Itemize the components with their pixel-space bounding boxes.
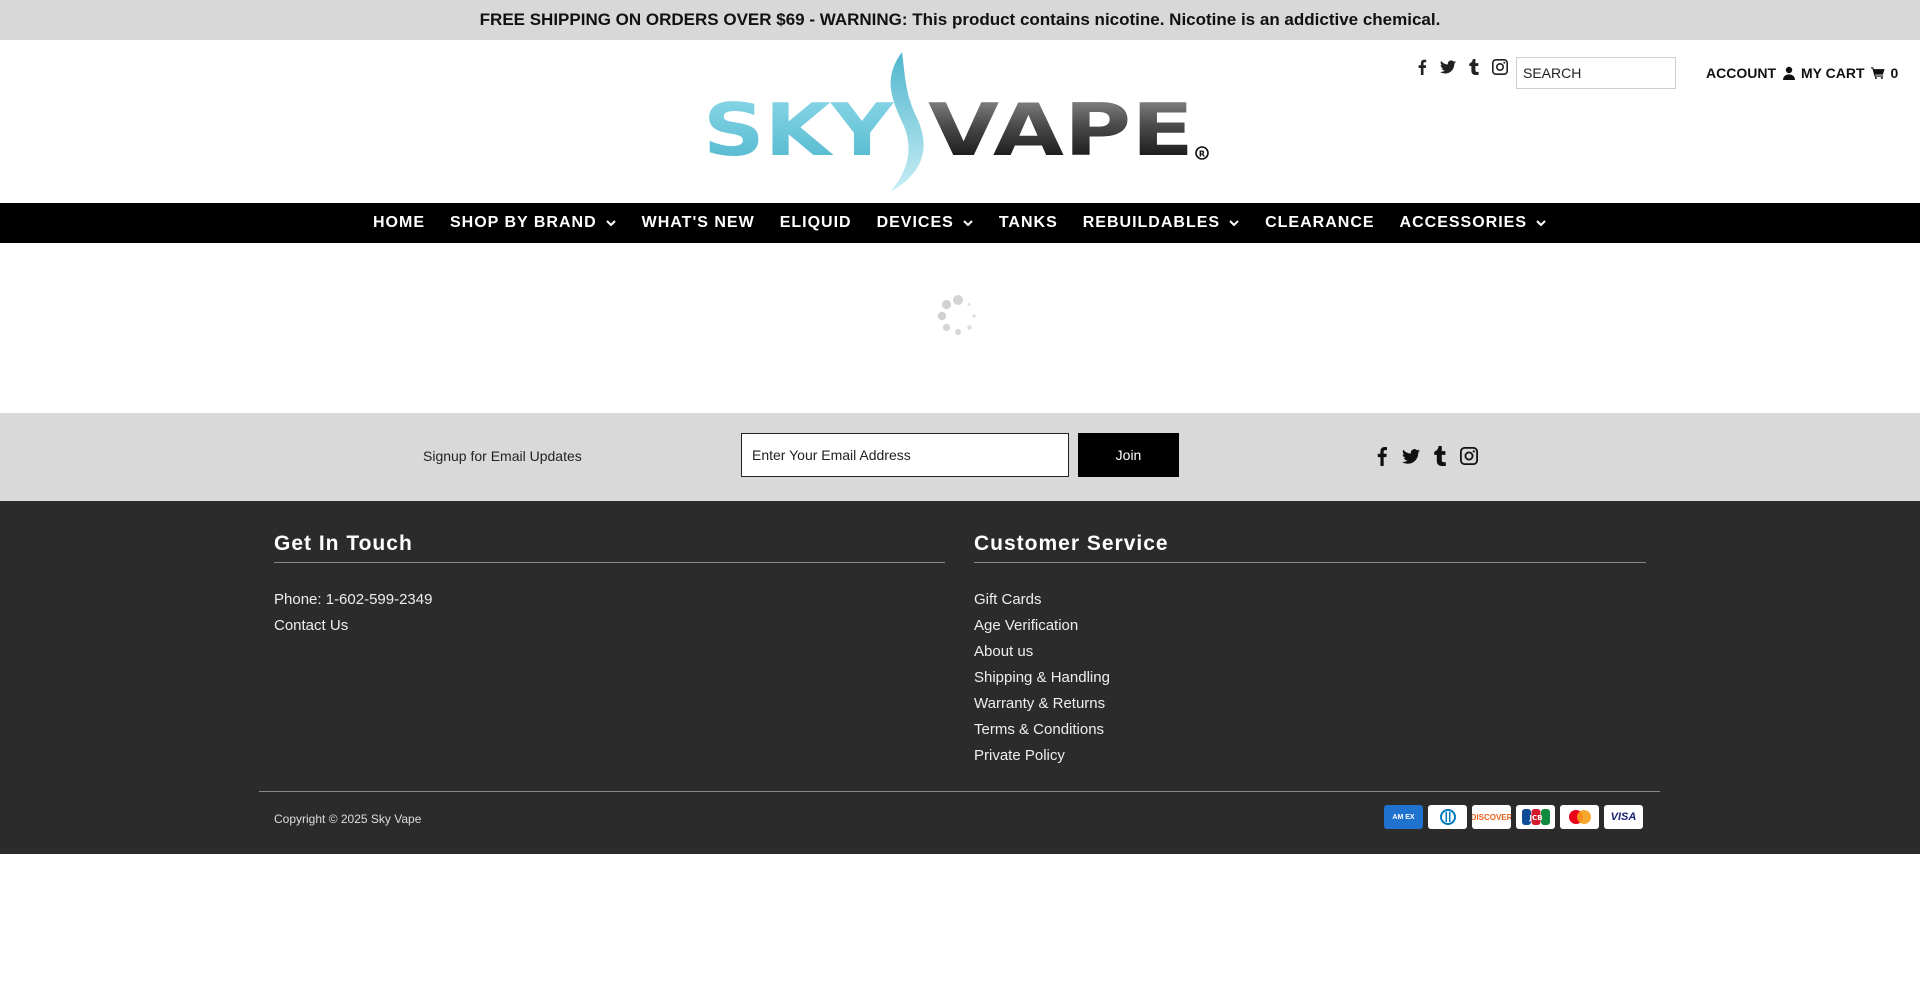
logo-sky-text: SKY xyxy=(705,88,894,172)
phone-link[interactable]: Phone: 1-602-599-2349 xyxy=(274,587,945,613)
tumblr-icon[interactable] xyxy=(1431,446,1449,466)
nav-label: TANKS xyxy=(998,214,1058,231)
signup-label: Signup for Email Updates xyxy=(423,448,582,464)
svg-text:R: R xyxy=(1199,150,1205,159)
cart-link[interactable]: MY CART 0 xyxy=(1801,65,1898,81)
amex-card-icon: AM EX xyxy=(1384,805,1423,829)
nav-tanks[interactable]: TANKS xyxy=(999,214,1058,232)
warranty-returns-link[interactable]: Warranty & Returns xyxy=(974,691,1646,717)
diners-club-card-icon xyxy=(1428,805,1467,829)
nav-accessories[interactable]: ACCESSORIES xyxy=(1400,214,1547,232)
facebook-icon[interactable] xyxy=(1373,446,1391,466)
footer-divider xyxy=(259,791,1660,792)
age-verification-link[interactable]: Age Verification xyxy=(974,613,1646,639)
nav-eliquid[interactable]: ELIQUID xyxy=(780,214,852,232)
site-footer: Get In Touch Phone: 1-602-599-2349 Conta… xyxy=(0,501,1920,854)
twitter-icon[interactable] xyxy=(1402,446,1420,466)
nav-label: HOME xyxy=(372,214,425,231)
nav-label: CLEARANCE xyxy=(1265,214,1375,231)
announcement-bar: FREE SHIPPING ON ORDERS OVER $69 - WARNI… xyxy=(0,0,1920,40)
customer-service-heading: Customer Service xyxy=(974,532,1646,563)
account-link[interactable]: ACCOUNT xyxy=(1706,65,1796,81)
discover-card-icon: DISCOVER xyxy=(1472,805,1511,829)
nav-label: ACCESSORIES xyxy=(1399,214,1528,231)
about-us-link[interactable]: About us xyxy=(974,639,1646,665)
contact-us-link[interactable]: Contact Us xyxy=(274,613,945,639)
nav-label: DEVICES xyxy=(876,214,954,231)
copyright-text: Copyright © 2025 Sky Vape xyxy=(274,812,422,826)
email-field[interactable] xyxy=(741,433,1069,477)
contact-heading: Get In Touch xyxy=(274,532,945,563)
site-header: SKY VAPE R ACCOUNT MY CART 0 xyxy=(0,40,1920,203)
cart-count: 0 xyxy=(1890,65,1899,81)
svg-text:JCB: JCB xyxy=(1528,814,1542,822)
shipping-handling-link[interactable]: Shipping & Handling xyxy=(974,665,1646,691)
cart-label: MY CART xyxy=(1801,65,1865,81)
contact-column: Get In Touch Phone: 1-602-599-2349 Conta… xyxy=(274,501,945,639)
nav-whats-new[interactable]: WHAT'S NEW xyxy=(642,214,755,232)
facebook-icon[interactable] xyxy=(1414,59,1430,75)
gift-cards-link[interactable]: Gift Cards xyxy=(974,587,1646,613)
logo-flame-icon xyxy=(890,52,924,192)
nav-label: REBUILDABLES xyxy=(1082,214,1221,231)
chevron-down-icon xyxy=(1536,220,1546,227)
visa-card-icon: VISA xyxy=(1604,805,1643,829)
main-nav: HOME SHOP BY BRAND WHAT'S NEW ELIQUID DE… xyxy=(0,203,1920,243)
logo-vape-text: VAPE xyxy=(928,88,1194,172)
nav-label: ELIQUID xyxy=(779,214,852,231)
user-icon xyxy=(1783,66,1795,80)
mastercard-card-icon xyxy=(1560,805,1599,829)
nav-label: SHOP BY BRAND xyxy=(449,214,597,231)
nav-rebuildables[interactable]: REBUILDABLES xyxy=(1083,214,1240,232)
footer-social-links xyxy=(1373,446,1478,466)
shopping-cart-icon xyxy=(1870,67,1885,80)
nav-label: WHAT'S NEW xyxy=(641,214,755,231)
twitter-icon[interactable] xyxy=(1440,59,1456,75)
loading-spinner-icon xyxy=(937,295,976,335)
chevron-down-icon xyxy=(605,220,616,227)
email-signup-bar: Signup for Email Updates Join xyxy=(0,413,1920,501)
chevron-down-icon xyxy=(1229,220,1239,227)
instagram-icon[interactable] xyxy=(1460,446,1478,466)
payment-methods: AM EX DISCOVER JCB VISA xyxy=(1384,805,1643,829)
instagram-icon[interactable] xyxy=(1492,59,1508,75)
join-button[interactable]: Join xyxy=(1078,433,1179,477)
customer-service-column: Customer Service Gift Cards Age Verifica… xyxy=(974,501,1646,769)
chevron-down-icon xyxy=(963,220,973,227)
terms-conditions-link[interactable]: Terms & Conditions xyxy=(974,717,1646,743)
tumblr-icon[interactable] xyxy=(1466,59,1482,75)
nav-devices[interactable]: DEVICES xyxy=(877,214,974,232)
header-social-links xyxy=(1414,59,1508,75)
sky-vape-logo[interactable]: SKY VAPE R xyxy=(705,52,1211,192)
nav-shop-by-brand[interactable]: SHOP BY BRAND xyxy=(450,214,617,232)
announcement-text: FREE SHIPPING ON ORDERS OVER $69 - WARNI… xyxy=(479,10,1441,29)
nav-clearance[interactable]: CLEARANCE xyxy=(1265,214,1374,232)
jcb-card-icon: JCB xyxy=(1516,805,1555,829)
nav-home[interactable]: HOME xyxy=(373,214,425,232)
private-policy-link[interactable]: Private Policy xyxy=(974,743,1646,769)
search-input[interactable] xyxy=(1516,57,1676,89)
account-label: ACCOUNT xyxy=(1706,65,1776,81)
